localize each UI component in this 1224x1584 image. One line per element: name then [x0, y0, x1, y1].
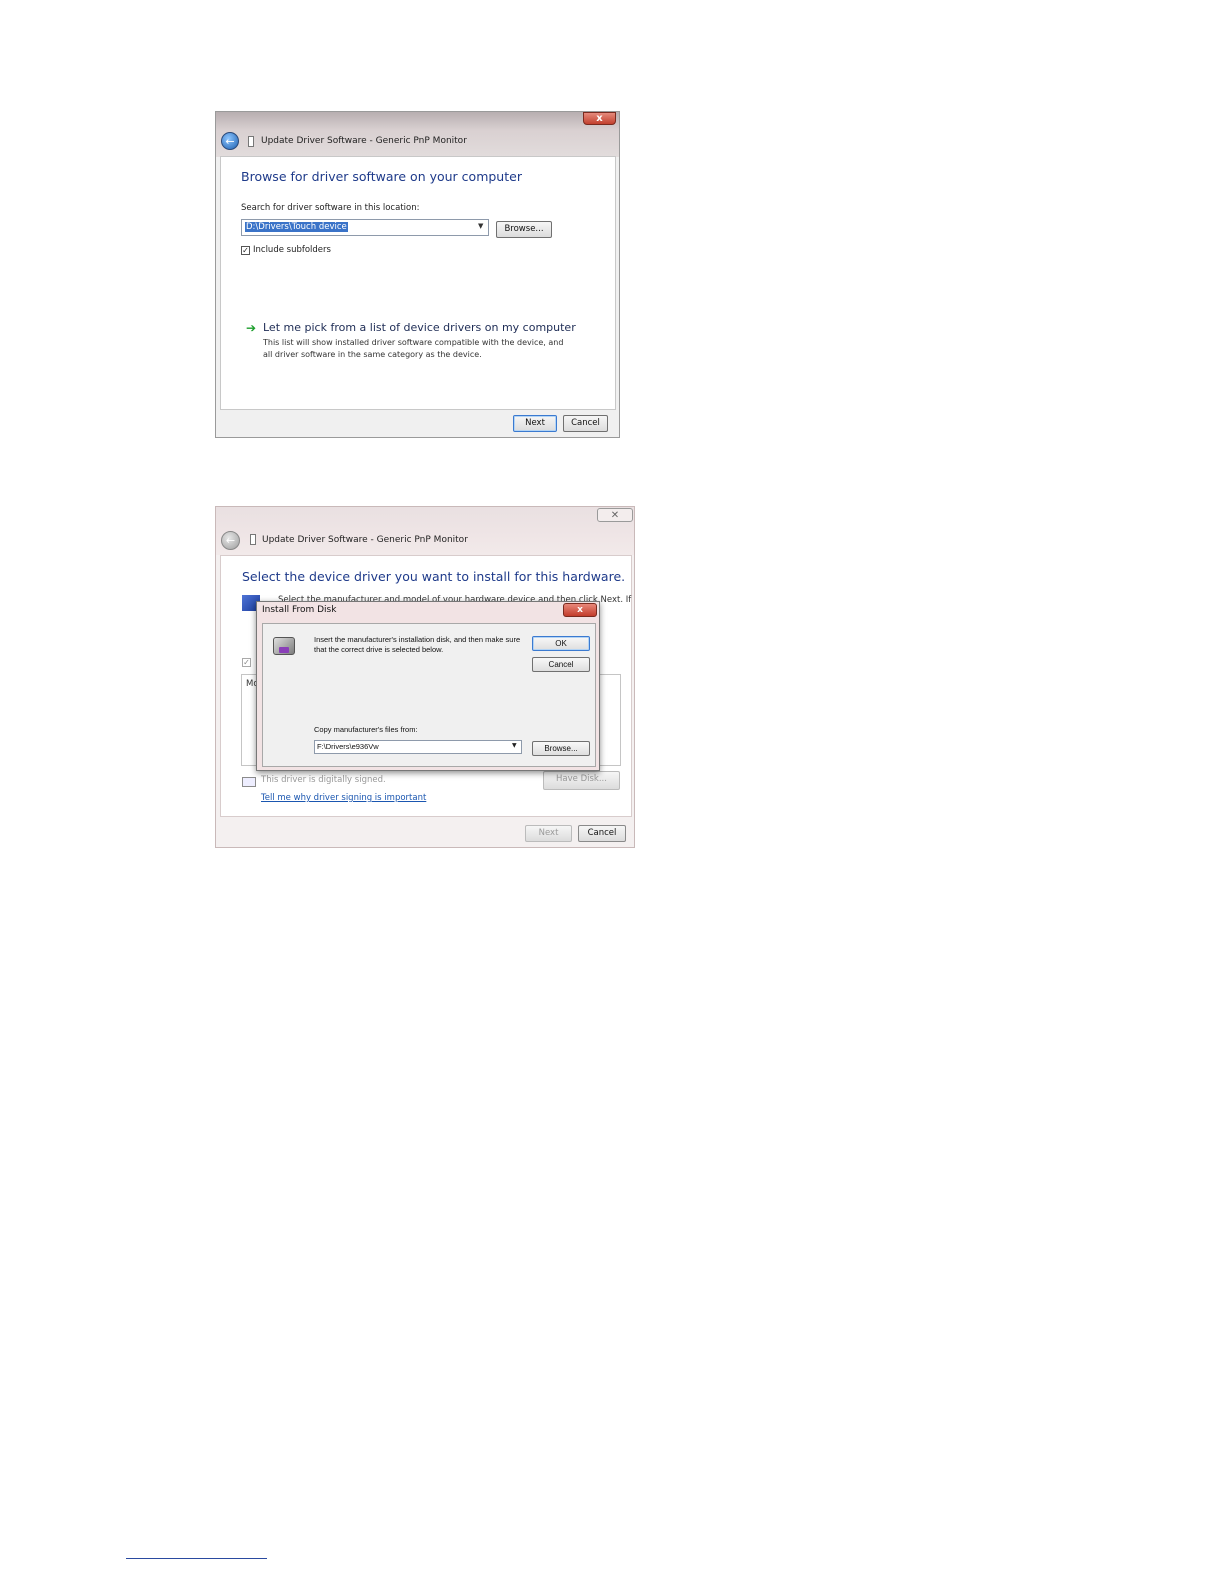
window-chrome — [216, 507, 634, 555]
back-arrow-icon[interactable]: ← — [221, 531, 240, 550]
install-from-disk-dialog: Install From Disk x Insert the manufactu… — [256, 601, 600, 771]
footnote-divider — [126, 1558, 267, 1559]
device-icon — [250, 534, 256, 545]
browse-button[interactable]: Browse... — [496, 221, 552, 238]
dialog-cancel-button[interactable]: Cancel — [532, 657, 590, 672]
dropdown-arrow-icon[interactable]: ▼ — [512, 742, 517, 749]
dropdown-arrow-icon[interactable]: ▼ — [478, 222, 483, 230]
dialog-close-button[interactable]: x — [563, 603, 597, 617]
dialog-body: Insert the manufacturer's installation d… — [262, 623, 596, 767]
include-subfolders-label[interactable]: Include subfolders — [253, 245, 331, 255]
device-icon — [248, 136, 254, 147]
close-button[interactable]: x — [583, 112, 616, 125]
files-path-combobox[interactable]: F:\Drivers\e936Vw ▼ — [314, 740, 522, 754]
window-title: Update Driver Software - Generic PnP Mon… — [262, 535, 468, 545]
search-location-label: Search for driver software in this locat… — [241, 203, 420, 213]
close-button[interactable]: ✕ — [597, 508, 633, 522]
disk-drive-icon — [273, 637, 295, 655]
window-chrome — [216, 112, 619, 157]
dialog-message: Insert the manufacturer's installation d… — [314, 635, 521, 654]
pick-from-list-description: This list will show installed driver sof… — [263, 338, 564, 359]
show-compatible-checkbox[interactable]: ✓ — [242, 658, 251, 667]
select-driver-window: ✕ ← Update Driver Software - Generic PnP… — [215, 506, 635, 848]
ok-button[interactable]: OK — [532, 636, 590, 651]
include-subfolders-checkbox[interactable]: ✓ — [241, 246, 250, 255]
next-button[interactable]: Next — [513, 415, 557, 432]
pick-from-list-link[interactable]: Let me pick from a list of device driver… — [263, 321, 576, 334]
dialog-title: Install From Disk — [262, 605, 337, 615]
page-heading: Select the device driver you want to ins… — [242, 569, 626, 584]
driver-signing-link[interactable]: Tell me why driver signing is important — [261, 793, 426, 803]
cancel-button[interactable]: Cancel — [578, 825, 626, 842]
have-disk-button[interactable]: Have Disk... — [543, 771, 620, 790]
files-path-value[interactable]: F:\Drivers\e936Vw — [317, 742, 379, 751]
back-arrow-icon[interactable]: ← — [221, 132, 239, 150]
cancel-button[interactable]: Cancel — [563, 415, 608, 432]
driver-signed-text: This driver is digitally signed. — [261, 775, 386, 785]
green-arrow-icon: ➔ — [246, 321, 257, 335]
search-location-combobox[interactable]: D:\Drivers\Touch device ▼ — [241, 219, 489, 236]
copy-files-label: Copy manufacturer's files from: — [314, 725, 418, 734]
next-button[interactable]: Next — [525, 825, 572, 842]
browse-driver-window: x ← Update Driver Software - Generic PnP… — [215, 111, 620, 438]
window-title: Update Driver Software - Generic PnP Mon… — [261, 136, 467, 146]
signed-driver-icon — [242, 777, 256, 787]
content-panel — [220, 156, 616, 410]
dialog-browse-button[interactable]: Browse... — [532, 741, 590, 756]
search-location-value[interactable]: D:\Drivers\Touch device — [245, 222, 348, 232]
page-heading: Browse for driver software on your compu… — [241, 169, 522, 184]
